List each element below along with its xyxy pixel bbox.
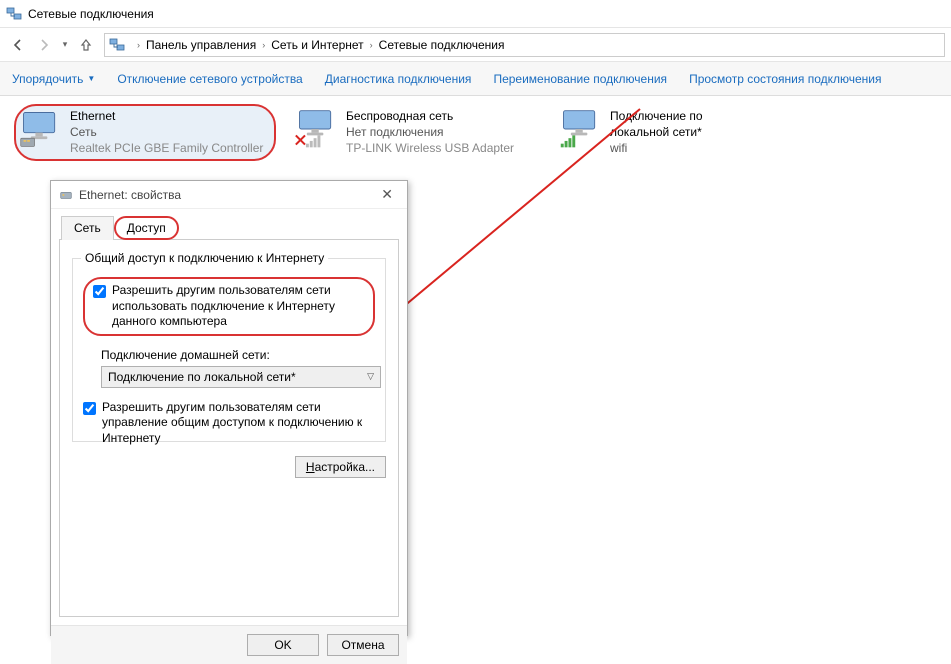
dialog-title: Ethernet: свойства	[79, 188, 375, 202]
nav-history-dropdown[interactable]: ▾	[58, 39, 72, 50]
allow-control-checkbox[interactable]	[83, 402, 96, 415]
connection-item-ethernet[interactable]: Ethernet Сеть Realtek PCIe GBE Family Co…	[14, 104, 276, 161]
breadcrumb-item[interactable]: Сеть и Интернет	[271, 38, 363, 52]
window-titlebar: Сетевые подключения	[0, 0, 951, 28]
disable-device-button[interactable]: Отключение сетевого устройства	[117, 72, 302, 86]
breadcrumb[interactable]: › Панель управления › Сеть и Интернет › …	[104, 33, 945, 57]
wireless-connection-icon	[558, 108, 602, 150]
tab-panel-access: Общий доступ к подключению к Интернету Р…	[59, 239, 399, 617]
connection-item-local[interactable]: Подключение по локальной сети* wifi	[554, 104, 764, 161]
dialog-footer: OK Отмена	[51, 625, 407, 664]
tab-network[interactable]: Сеть	[61, 216, 114, 240]
combo-value: Подключение по локальной сети*	[108, 370, 296, 384]
home-network-combo[interactable]: Подключение по локальной сети* ▽	[101, 366, 381, 388]
allow-sharing-row: Разрешить другим пользователям сети испо…	[83, 277, 375, 336]
dialog-tabs: Сеть Доступ	[59, 215, 399, 239]
ethernet-properties-dialog: Ethernet: свойства ✕ Сеть Доступ Общий д…	[50, 180, 408, 636]
ics-group: Общий доступ к подключению к Интернету Р…	[72, 258, 386, 442]
allow-sharing-checkbox[interactable]	[93, 285, 106, 298]
chevron-right-icon: ›	[262, 40, 265, 50]
settings-button[interactable]: Настройка...	[295, 456, 386, 478]
breadcrumb-item[interactable]: Сетевые подключения	[379, 38, 505, 52]
connection-name: Подключение по локальной сети*	[610, 108, 760, 140]
tab-access[interactable]: Доступ	[114, 216, 179, 240]
connection-text: Беспроводная сеть Нет подключения TP-LIN…	[346, 108, 514, 157]
adapter-icon	[59, 188, 73, 202]
close-icon[interactable]: ✕	[375, 184, 399, 205]
connection-status: Сеть	[70, 124, 263, 140]
connection-name: Ethernet	[70, 108, 263, 124]
connections-pane: Ethernet Сеть Realtek PCIe GBE Family Co…	[0, 96, 951, 169]
connection-status: Нет подключения	[346, 124, 514, 140]
network-connections-icon	[6, 6, 22, 22]
wired-connection-icon	[18, 108, 62, 150]
nav-back-button[interactable]	[6, 33, 30, 57]
settings-btn-rest: астройка...	[315, 460, 375, 474]
command-toolbar: Упорядочить ▼ Отключение сетевого устрой…	[0, 62, 951, 96]
rename-connection-button[interactable]: Переименование подключения	[493, 72, 667, 86]
network-connections-icon	[109, 37, 125, 53]
connection-text: Ethernet Сеть Realtek PCIe GBE Family Co…	[70, 108, 263, 157]
connection-device: Realtek PCIe GBE Family Controller	[70, 140, 263, 156]
chevron-down-icon: ▼	[87, 74, 95, 83]
cancel-button[interactable]: Отмена	[327, 634, 399, 656]
connection-item-wireless[interactable]: Беспроводная сеть Нет подключения TP-LIN…	[290, 104, 540, 161]
chevron-right-icon: ›	[137, 40, 140, 50]
nav-forward-button[interactable]	[32, 33, 56, 57]
organize-menu[interactable]: Упорядочить ▼	[12, 72, 95, 86]
allow-control-label: Разрешить другим пользователям сети упра…	[102, 400, 375, 447]
chevron-down-icon: ▽	[367, 371, 374, 382]
connection-status: wifi	[610, 140, 760, 156]
home-network-label: Подключение домашней сети:	[101, 348, 375, 362]
group-title: Общий доступ к подключению к Интернету	[81, 251, 328, 265]
allow-sharing-label: Разрешить другим пользователям сети испо…	[112, 283, 365, 330]
wireless-disabled-icon	[294, 108, 338, 150]
settings-btn-u: Н	[306, 460, 315, 474]
connection-name: Беспроводная сеть	[346, 108, 514, 124]
window-title: Сетевые подключения	[28, 7, 154, 21]
diagnose-connection-button[interactable]: Диагностика подключения	[325, 72, 472, 86]
organize-label: Упорядочить	[12, 72, 83, 86]
connection-text: Подключение по локальной сети* wifi	[610, 108, 760, 157]
ok-button[interactable]: OK	[247, 634, 319, 656]
nav-up-button[interactable]	[74, 33, 98, 57]
view-status-button[interactable]: Просмотр состояния подключения	[689, 72, 881, 86]
navigation-bar: ▾ › Панель управления › Сеть и Интернет …	[0, 28, 951, 62]
dialog-titlebar[interactable]: Ethernet: свойства ✕	[51, 181, 407, 209]
breadcrumb-item[interactable]: Панель управления	[146, 38, 256, 52]
allow-control-row: Разрешить другим пользователям сети упра…	[83, 400, 375, 447]
chevron-right-icon: ›	[370, 40, 373, 50]
connection-device: TP-LINK Wireless USB Adapter	[346, 140, 514, 156]
